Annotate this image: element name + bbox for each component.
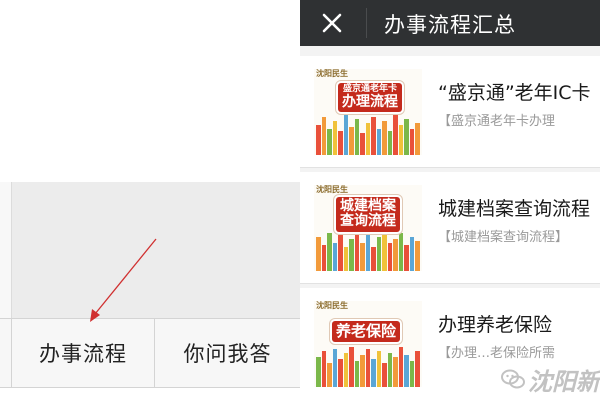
article-title: 城建档案查询流程 xyxy=(438,198,591,220)
article-card-archive-query[interactable]: 沈阳民生 城建档案 查询流程 城建档案查询流程 【城建档案查询流程】 xyxy=(300,172,600,284)
process-summary-pane: 办事流程汇总 沈阳民生 盛京通老年卡 办理流程 “盛京通”老年IC卡 【盛京通老… xyxy=(300,0,600,400)
thumbnail-logo: 沈阳民生 xyxy=(316,185,348,194)
thumbnail-logo: 沈阳民生 xyxy=(316,301,348,310)
banner-line: 办理流程 xyxy=(342,93,398,110)
article-title: 办理养老保险 xyxy=(438,314,553,336)
article-thumbnail: 沈阳民生 xyxy=(314,69,422,155)
article-card-laonian-card[interactable]: 沈阳民生 盛京通老年卡 办理流程 “盛京通”老年IC卡 【盛京通老年卡办理 xyxy=(300,56,600,168)
menu-button-qa[interactable]: 你问我答 xyxy=(155,319,300,387)
article-thumbnail: 沈阳民生 xyxy=(314,301,422,387)
article-title: “盛京通”老年IC卡 xyxy=(438,82,591,104)
menu-button-process[interactable]: 办事流程 xyxy=(12,319,155,387)
article-subtitle: 【盛京通老年卡办理 xyxy=(438,114,556,129)
banner-line: 查询流程 xyxy=(340,213,396,230)
thumbnail-banner: 养老保险 xyxy=(332,321,401,342)
thumbnail-logo: 沈阳民生 xyxy=(316,69,348,78)
panel-title: 办事流程汇总 xyxy=(384,13,516,37)
article-subtitle: 【办理…老保险所需 xyxy=(438,346,556,361)
header-divider xyxy=(366,8,367,38)
thumbnail-banner: 盛京通老年卡 办理流程 xyxy=(338,83,402,113)
article-list: 沈阳民生 盛京通老年卡 办理流程 “盛京通”老年IC卡 【盛京通老年卡办理 沈阳… xyxy=(300,46,600,400)
panel-header: 办事流程汇总 xyxy=(300,0,600,46)
chat-pane: 办事流程 你问我答 xyxy=(0,0,300,400)
close-icon xyxy=(322,13,342,33)
close-button[interactable] xyxy=(316,8,348,38)
thumbnail-banner: 城建档案 查询流程 xyxy=(336,197,400,232)
article-thumbnail: 沈阳民生 xyxy=(314,185,422,271)
thumbnail-bars xyxy=(316,231,420,271)
bottom-menu-bar: 办事流程 你问我答 xyxy=(0,318,300,388)
watermark-text: 沈阳新 xyxy=(528,367,600,396)
thumbnail-bars xyxy=(316,115,420,155)
banner-line: 养老保险 xyxy=(336,322,397,340)
chat-bubble-edge xyxy=(0,182,12,318)
card-divider xyxy=(300,283,600,284)
card-divider xyxy=(300,167,600,168)
article-subtitle: 【城建档案查询流程】 xyxy=(438,230,569,245)
chat-area xyxy=(0,182,300,318)
wechat-icon xyxy=(501,369,525,389)
menu-keyboard-slot[interactable] xyxy=(0,319,12,387)
watermark: 沈阳新 xyxy=(500,364,600,396)
thumbnail-bars xyxy=(316,347,420,387)
